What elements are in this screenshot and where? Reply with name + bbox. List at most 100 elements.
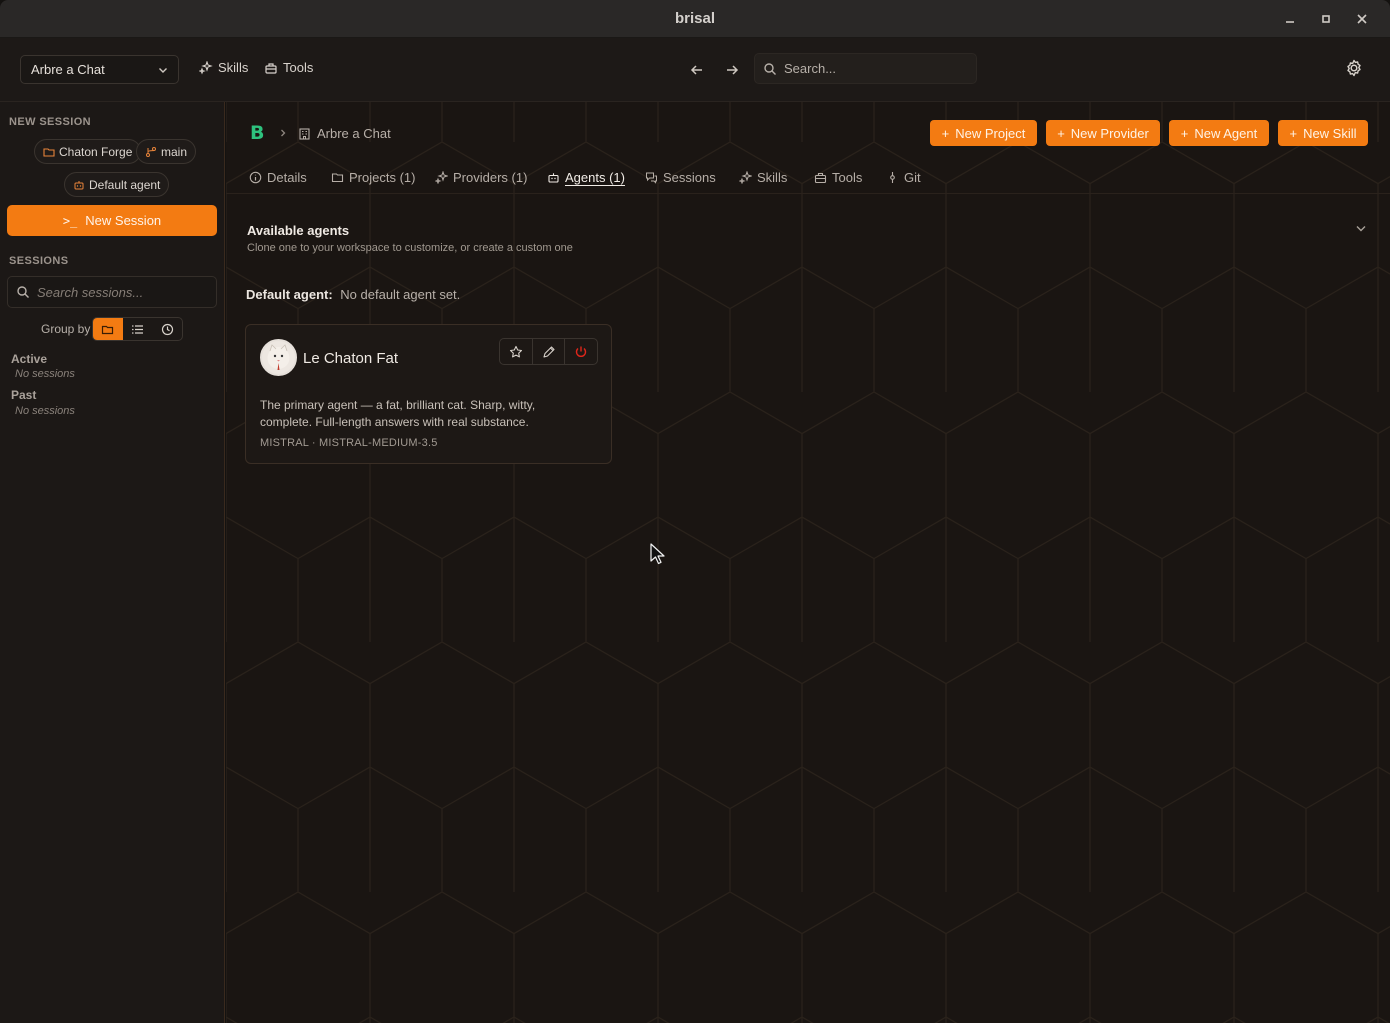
new-skill-button[interactable]: + New Skill xyxy=(1278,120,1368,146)
clock-icon xyxy=(161,323,173,335)
tab-providers-label: Providers (1) xyxy=(453,170,528,185)
tab-details-label: Details xyxy=(267,170,307,185)
window-titlebar: brisal xyxy=(0,0,1390,38)
tab-sessions[interactable]: Sessions xyxy=(645,170,716,185)
global-search[interactable] xyxy=(754,53,977,84)
breadcrumb-project-label: Arbre a Chat xyxy=(317,125,391,141)
close-button[interactable] xyxy=(1352,9,1372,29)
minimize-button[interactable] xyxy=(1280,9,1300,29)
git-commit-icon xyxy=(890,172,895,183)
agent-card[interactable]: Le Chaton Fat The primary agent — a fat,… xyxy=(245,324,612,464)
group-by-list[interactable] xyxy=(123,318,153,340)
skills-link[interactable]: Skills xyxy=(199,60,248,75)
sparkle-icon xyxy=(435,171,448,184)
new-session-label: New Session xyxy=(85,213,162,228)
search-input[interactable] xyxy=(784,61,964,76)
new-provider-button[interactable]: + New Provider xyxy=(1046,120,1160,146)
toolbox-icon xyxy=(814,172,827,184)
tab-skills[interactable]: Skills xyxy=(739,170,787,185)
group-by-folder[interactable] xyxy=(93,318,123,340)
robot-icon xyxy=(74,180,84,189)
plus-icon: + xyxy=(1057,125,1065,141)
maximize-icon xyxy=(1322,15,1330,23)
project-chip-label: Chaton Forge xyxy=(59,144,133,159)
maximize-button[interactable] xyxy=(1316,9,1336,29)
agent-description: The primary agent — a fat, brilliant cat… xyxy=(260,398,536,429)
branch-chip-label: main xyxy=(161,144,188,159)
tools-label: Tools xyxy=(283,60,314,75)
sparkle-icon xyxy=(739,171,752,184)
close-icon xyxy=(1357,14,1367,24)
project-select-value: Arbre a Chat xyxy=(31,62,105,77)
chevron-down-icon xyxy=(159,68,167,73)
plus-icon: + xyxy=(1180,125,1189,141)
group-by-time[interactable] xyxy=(152,318,182,340)
project-chip[interactable]: Chaton Forge xyxy=(34,139,142,164)
breadcrumb-project[interactable]: Arbre a Chat xyxy=(298,126,391,141)
tab-git[interactable]: Git xyxy=(886,170,921,185)
new-agent-label: New Agent xyxy=(1194,125,1258,141)
project-select[interactable]: Arbre a Chat xyxy=(20,55,179,84)
sparkle-icon xyxy=(199,60,213,74)
main-panel: B Arbre a Chat + New Project + New Provide… xyxy=(226,102,1390,1023)
chevron-down-icon xyxy=(1356,226,1366,232)
group-active-empty: No sessions xyxy=(15,368,75,380)
collapse-button[interactable] xyxy=(1354,221,1368,238)
tab-projects[interactable]: Projects (1) xyxy=(331,170,415,185)
folder-icon xyxy=(331,173,344,183)
session-search[interactable] xyxy=(7,276,217,308)
forward-button[interactable] xyxy=(721,59,743,81)
minimize-icon xyxy=(1286,21,1294,23)
folder-icon xyxy=(102,325,114,334)
agent-chip[interactable]: Default agent xyxy=(64,172,170,197)
tab-agents-label: Agents (1) xyxy=(565,170,625,185)
branch-icon xyxy=(146,146,156,157)
info-icon xyxy=(249,171,262,184)
session-search-input[interactable] xyxy=(37,284,207,300)
favorite-button[interactable] xyxy=(500,339,533,364)
edit-button[interactable] xyxy=(533,339,566,364)
default-agent-label: Default agent: xyxy=(246,287,333,302)
available-agents-subtitle: Clone one to your workspace to customize… xyxy=(247,242,573,254)
hexagon-background xyxy=(226,102,1390,1023)
tab-sessions-label: Sessions xyxy=(663,170,716,185)
group-by-label: Group by xyxy=(41,322,91,336)
default-agent-row: Default agent: No default agent set. xyxy=(246,287,460,302)
group-by-toggle xyxy=(92,317,183,341)
cat-icon xyxy=(267,344,290,370)
agent-card-actions xyxy=(499,338,598,365)
agent-name: Le Chaton Fat xyxy=(303,350,399,367)
group-past-title: Past xyxy=(11,388,37,402)
agent-avatar xyxy=(260,339,297,376)
power-icon xyxy=(575,346,587,357)
branch-chip[interactable]: main xyxy=(136,139,197,164)
agent-model: MISTRAL · MISTRAL-MEDIUM-3.5 xyxy=(260,437,438,449)
tab-providers[interactable]: Providers (1) xyxy=(435,170,527,185)
new-provider-label: New Provider xyxy=(1070,125,1149,141)
disable-button[interactable] xyxy=(565,339,597,364)
breadcrumb: B Arbre a Chat xyxy=(250,122,391,144)
tools-link[interactable]: Tools xyxy=(264,60,313,75)
new-session-heading: NEW SESSION xyxy=(9,116,92,128)
tab-tools[interactable]: Tools xyxy=(814,170,862,185)
tab-details[interactable]: Details xyxy=(249,170,307,185)
new-agent-button[interactable]: + New Agent xyxy=(1169,120,1269,146)
new-session-button[interactable]: >_ New Session xyxy=(7,205,217,236)
skills-label: Skills xyxy=(218,60,249,75)
plus-icon: + xyxy=(1289,125,1298,141)
gear-icon xyxy=(1347,59,1361,77)
new-project-button[interactable]: + New Project xyxy=(930,120,1037,146)
pencil-icon xyxy=(542,345,555,358)
chevron-right-icon xyxy=(281,129,286,137)
mouse-cursor-icon xyxy=(650,543,665,565)
tab-agents[interactable]: Agents (1) xyxy=(547,170,625,185)
app-logo[interactable]: B xyxy=(250,122,268,144)
search-icon xyxy=(764,62,776,75)
tab-tools-label: Tools xyxy=(832,170,863,185)
default-agent-value: No default agent set. xyxy=(340,287,461,302)
search-icon xyxy=(17,286,29,298)
back-button[interactable] xyxy=(686,59,708,81)
settings-button[interactable] xyxy=(1344,58,1366,80)
group-past-empty: No sessions xyxy=(15,405,75,417)
building-icon xyxy=(299,127,310,140)
